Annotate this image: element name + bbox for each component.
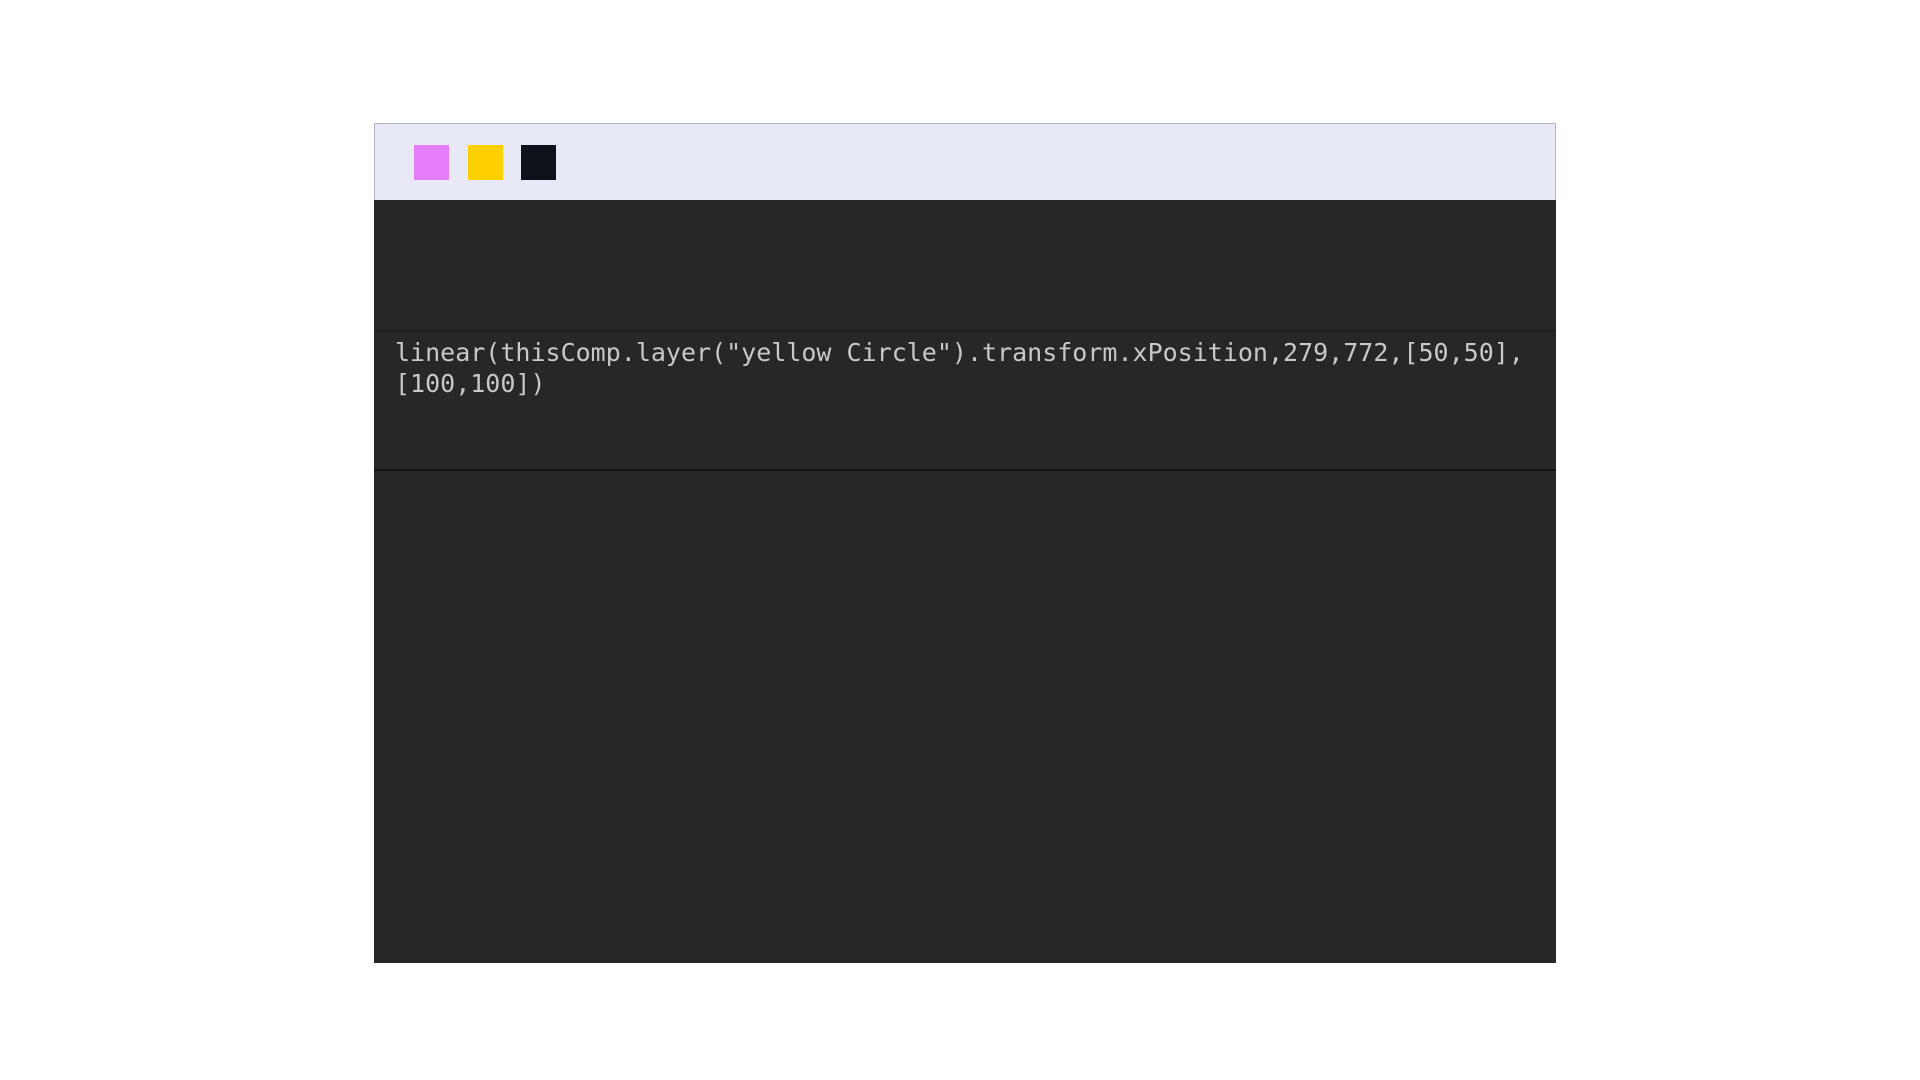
- code-editor[interactable]: linear(thisComp.layer("yellow Circle").t…: [374, 200, 1556, 963]
- expression-code: linear(thisComp.layer("yellow Circle").t…: [395, 338, 1524, 398]
- window-dot-yellow-icon[interactable]: [468, 145, 503, 180]
- window-dot-dark-icon[interactable]: [521, 145, 556, 180]
- window-titlebar: [374, 123, 1556, 200]
- window-dot-pink-icon[interactable]: [414, 145, 449, 180]
- code-window: linear(thisComp.layer("yellow Circle").t…: [374, 123, 1556, 963]
- expression-field[interactable]: linear(thisComp.layer("yellow Circle").t…: [374, 330, 1556, 471]
